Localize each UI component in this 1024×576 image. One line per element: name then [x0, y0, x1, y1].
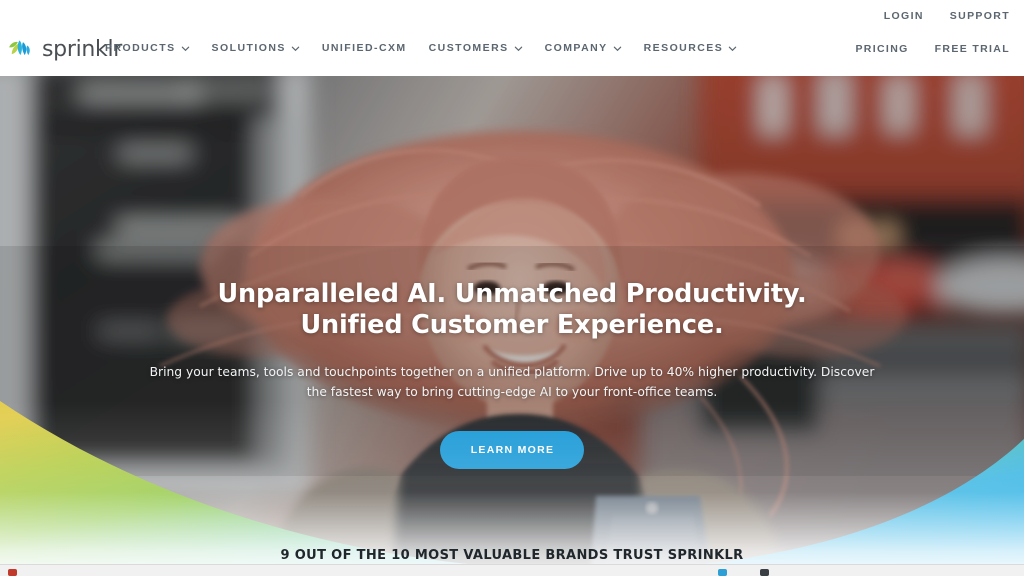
hero-section: Unparalleled AI. Unmatched Productivity.…: [0, 76, 1024, 576]
sprinklr-homepage: Unparalleled AI. Unmatched Productivity.…: [0, 0, 1024, 576]
page-bottom-edge: [0, 564, 1024, 576]
nav-item-resources[interactable]: RESOURCES: [644, 42, 738, 54]
nav-item-products[interactable]: PRODUCTS: [105, 42, 190, 54]
chevron-down-icon: [181, 46, 189, 51]
utility-link-pricing[interactable]: PRICING: [855, 43, 908, 55]
hero-title: Unparalleled AI. Unmatched Productivity.…: [122, 279, 902, 341]
chevron-down-icon: [514, 46, 522, 51]
utility-nav-top: LOGIN SUPPORT: [884, 10, 1010, 22]
hero-title-line-2: Unified Customer Experience.: [300, 310, 724, 340]
hero-title-line-1: Unparalleled AI. Unmatched Productivity.: [217, 279, 807, 309]
nav-label-company: COMPANY: [544, 42, 608, 54]
hero-cta-wrapper: LEARN MORE: [439, 431, 585, 469]
brands-trust-text: 9 OUT OF THE 10 MOST VALUABLE BRANDS TRU…: [280, 548, 744, 563]
utility-link-login[interactable]: LOGIN: [884, 10, 924, 22]
site-header: LOGIN SUPPORT PRICING FREE TRIAL sprinkl…: [0, 0, 1024, 76]
utility-link-support[interactable]: SUPPORT: [950, 10, 1010, 22]
primary-navigation: PRODUCTS SOLUTIONS UNIFIED-CXM CUSTOMERS: [105, 42, 737, 54]
nav-label-unified-cxm: UNIFIED-CXM: [321, 42, 407, 54]
hero-content: Unparalleled AI. Unmatched Productivity.…: [0, 76, 1024, 576]
nav-label-products: PRODUCTS: [105, 42, 176, 54]
learn-more-button[interactable]: LEARN MORE: [439, 431, 585, 469]
hero-subtitle: Bring your teams, tools and touchpoints …: [149, 365, 875, 399]
utility-link-free-trial[interactable]: FREE TRIAL: [935, 43, 1010, 55]
chevron-down-icon: [728, 46, 737, 51]
chevron-down-icon: [613, 46, 621, 51]
sprinklr-splash-logo-icon: [9, 40, 30, 56]
utility-nav-bottom: PRICING FREE TRIAL: [855, 43, 1010, 55]
partner-logo-1: [8, 569, 17, 576]
chevron-down-icon: [291, 46, 300, 51]
nav-item-solutions[interactable]: SOLUTIONS: [212, 42, 300, 54]
nav-label-customers: CUSTOMERS: [428, 42, 509, 54]
nav-item-company[interactable]: COMPANY: [545, 42, 622, 54]
nav-item-customers[interactable]: CUSTOMERS: [429, 42, 523, 54]
nav-label-solutions: SOLUTIONS: [211, 42, 286, 54]
nav-item-unified-cxm[interactable]: UNIFIED-CXM: [322, 42, 407, 54]
nav-label-resources: RESOURCES: [643, 42, 724, 54]
partner-logo-2: [718, 569, 727, 576]
partner-logo-3: [760, 569, 769, 576]
